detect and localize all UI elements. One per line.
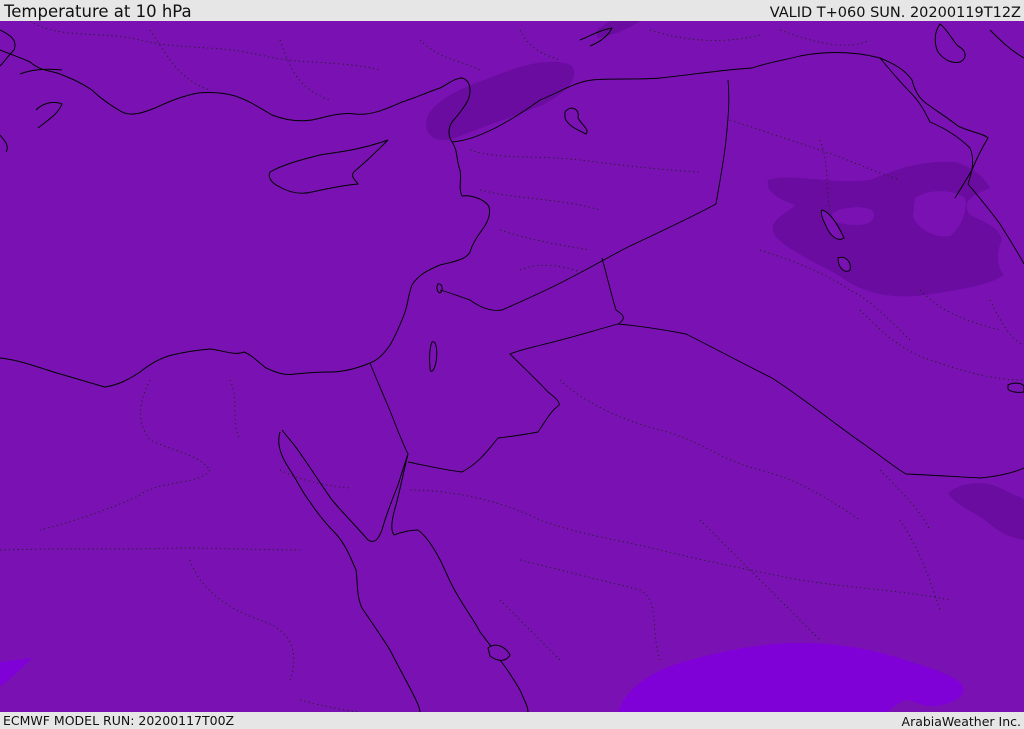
valid-time: VALID T+060 SUN. 20200119T12Z — [769, 5, 1021, 21]
map-page: Temperature at 10 hPa VALID T+060 SUN. 2… — [0, 0, 1024, 729]
map-title: Temperature at 10 hPa — [4, 2, 192, 21]
temperature-field — [0, 21, 1024, 712]
model-run: ECMWF MODEL RUN: 20200117T00Z — [3, 713, 235, 728]
lake-tiberias — [436, 283, 443, 294]
bubiyan-island — [1007, 382, 1024, 393]
credit: ArabiaWeather Inc. — [901, 714, 1021, 729]
temperature-map — [0, 21, 1024, 712]
